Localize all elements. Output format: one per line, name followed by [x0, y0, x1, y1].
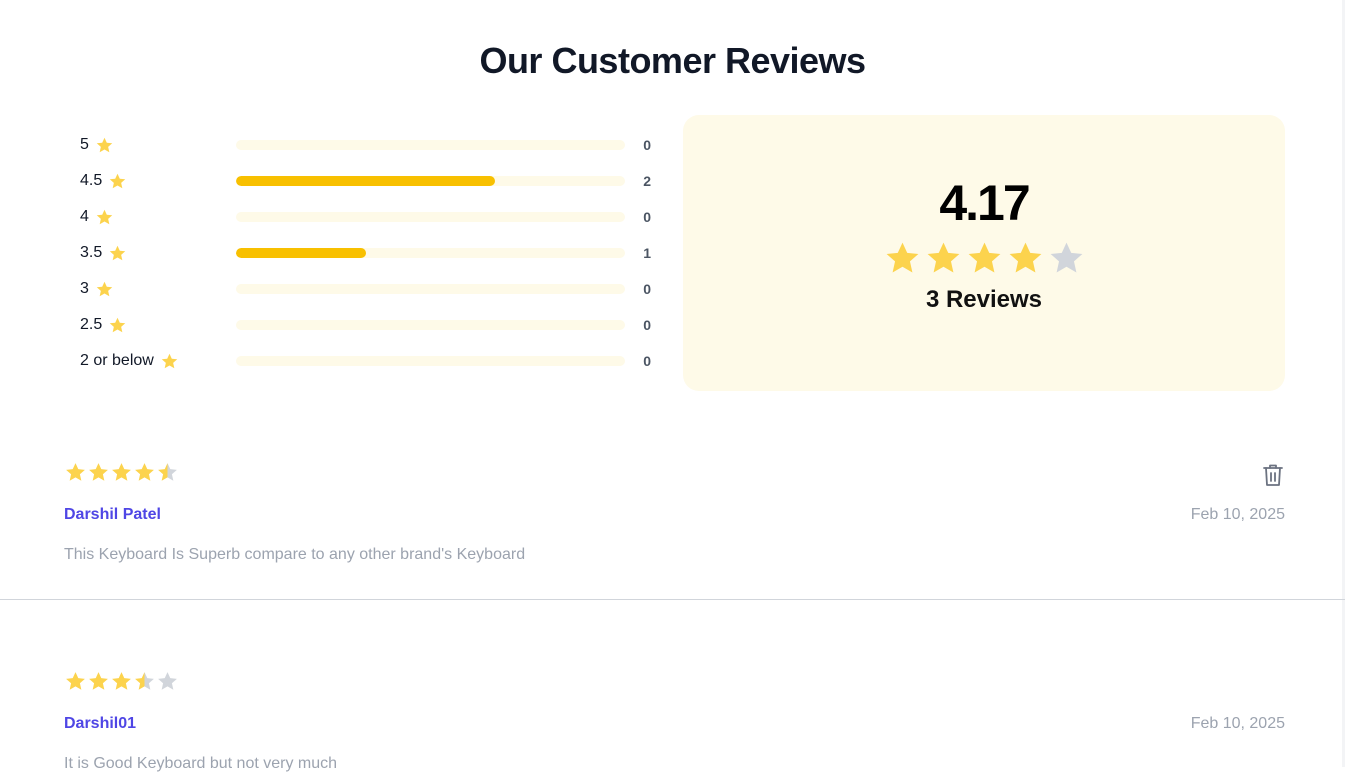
rating-row: 2.5 0: [80, 307, 660, 343]
rating-row-label: 3: [80, 280, 89, 297]
star-icon: [87, 461, 110, 484]
rating-row: 3 0: [80, 271, 660, 307]
rating-bar: [236, 140, 625, 150]
star-icon: [1047, 239, 1086, 278]
rating-row-count: 0: [643, 281, 651, 297]
rating-row: 5 0: [80, 127, 660, 163]
review-divider: [0, 599, 1345, 600]
review-comment: It is Good Keyboard but not very much: [64, 755, 338, 772]
star-icon: [108, 172, 127, 191]
star-icon: [108, 244, 127, 263]
rating-bar-fill: [236, 176, 496, 186]
star-icon: [64, 670, 87, 693]
rating-breakdown: 5 0 4.5 2 4 0 3.5 1 3 0 2.5 0 2 or below…: [80, 127, 660, 379]
rating-row-label: 5: [80, 136, 89, 153]
star-icon: [110, 670, 133, 693]
star-icon: [883, 239, 922, 278]
rating-row-count: 0: [643, 137, 651, 153]
delete-icon[interactable]: [1261, 462, 1285, 488]
rating-bar: [236, 176, 625, 186]
star-icon: [160, 352, 179, 371]
star-icon: [1006, 239, 1045, 278]
rating-bar: [236, 248, 625, 258]
star-icon: [95, 280, 114, 299]
rating-row-label: 4.5: [80, 172, 103, 189]
review-star-rating: [64, 670, 179, 693]
rating-row-label: 3.5: [80, 244, 103, 261]
review-star-rating: [64, 461, 179, 484]
star-icon: [95, 208, 114, 227]
rating-bar: [236, 284, 625, 294]
star-icon: [108, 316, 127, 335]
review-count: 3 Reviews: [925, 286, 1043, 313]
rating-row: 4.5 2: [80, 163, 660, 199]
review-date: Feb 10, 2025: [1190, 715, 1285, 732]
rating-row: 3.5 1: [80, 235, 660, 271]
rating-row-label: 2 or below: [80, 352, 154, 369]
rating-row-count: 2: [643, 173, 651, 189]
rating-bar: [236, 212, 625, 222]
rating-row: 2 or below 0: [80, 343, 660, 379]
star-icon: [924, 239, 963, 278]
star-icon: [133, 670, 156, 693]
rating-row-count: 0: [643, 209, 651, 225]
average-rating: 4.17: [939, 175, 1030, 231]
summary-star-rating: [683, 239, 1285, 278]
rating-bar-fill: [236, 248, 366, 258]
review-comment: This Keyboard Is Superb compare to any o…: [64, 546, 526, 563]
rating-row-label: 2.5: [80, 316, 103, 333]
rating-row-label: 4: [80, 208, 89, 225]
star-icon: [64, 461, 87, 484]
reviewer-name: Darshil Patel: [64, 506, 161, 523]
star-icon: [95, 136, 114, 155]
review-date: Feb 10, 2025: [1190, 506, 1285, 523]
page-title: Our Customer Reviews: [479, 40, 866, 81]
star-icon: [156, 461, 179, 484]
rating-row-count: 0: [643, 317, 651, 333]
star-icon: [87, 670, 110, 693]
rating-bar: [236, 320, 625, 330]
star-icon: [965, 239, 1004, 278]
star-icon: [133, 461, 156, 484]
rating-row-count: 1: [643, 245, 651, 261]
star-icon: [156, 670, 179, 693]
rating-bar: [236, 356, 625, 366]
rating-row: 4 0: [80, 199, 660, 235]
rating-summary-card: 4.17 3 Reviews: [683, 115, 1285, 391]
rating-row-count: 0: [643, 353, 651, 369]
reviewer-name: Darshil01: [64, 715, 137, 732]
star-icon: [110, 461, 133, 484]
